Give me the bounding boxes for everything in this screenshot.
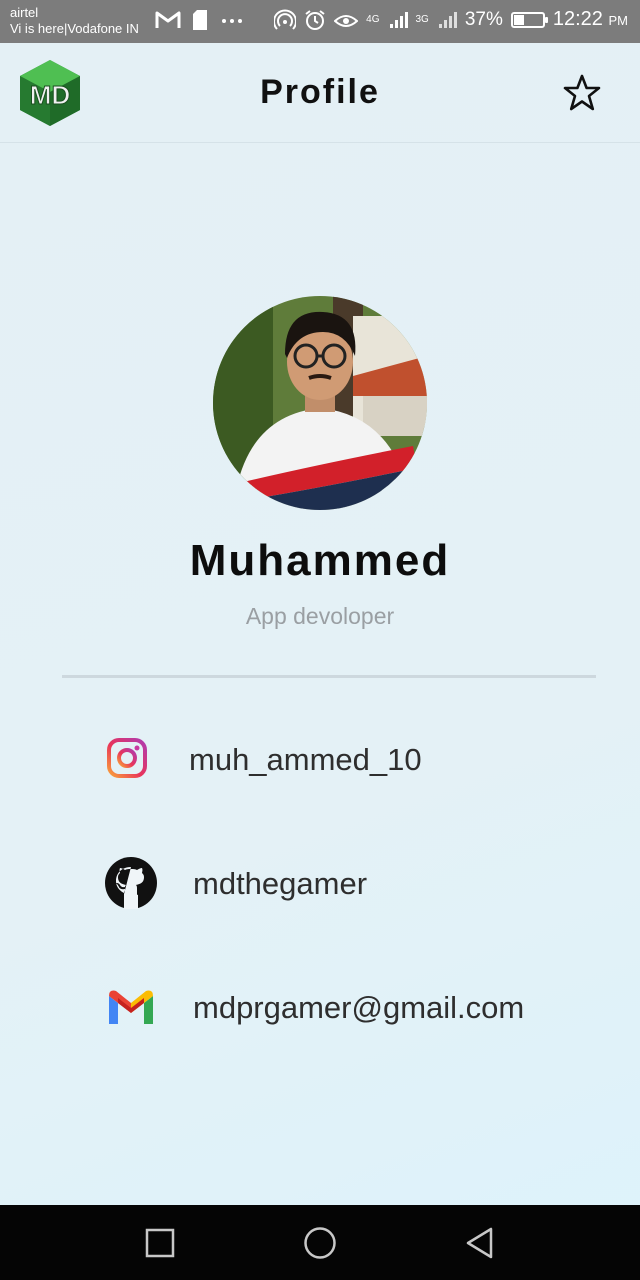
battery-icon: [510, 11, 548, 28]
profile-role: App devoloper: [245, 603, 395, 629]
carrier-info: airtel Vi is here|Vodafone IN: [10, 5, 139, 37]
carrier-line-1: airtel: [10, 5, 39, 20]
profile-name: Muhammed: [189, 536, 451, 585]
system-status-icons: 4G 3G 37% 12:22 PM: [274, 8, 628, 31]
sd-card-icon: [193, 10, 207, 30]
gmail-icon: [109, 990, 153, 1024]
contact-instagram[interactable]: muh_ammed_10: [0, 724, 640, 794]
profile-screen: airtel Vi is here|Vodafone IN 4G 3G 37% …: [0, 0, 640, 1280]
app-bar: MD Profile: [0, 43, 640, 143]
recent-apps-icon[interactable]: [140, 1223, 180, 1263]
star-outline-icon[interactable]: [562, 73, 602, 113]
signal-icon: [389, 11, 408, 28]
github-username: mdthegamer: [193, 866, 368, 901]
clock-suffix: PM: [608, 13, 629, 28]
gmail-icon: [155, 11, 181, 28]
email-address: mdprgamer@gmail.com: [193, 990, 525, 1025]
more-icon: [222, 19, 242, 23]
instagram-icon: [107, 738, 147, 778]
notification-icons: [155, 9, 245, 31]
alarm-icon: [305, 9, 325, 30]
home-icon[interactable]: [300, 1223, 340, 1263]
back-icon[interactable]: [460, 1223, 500, 1263]
clock: 12:22 PM: [553, 8, 628, 31]
navigation-bar: [0, 1205, 640, 1280]
contact-email[interactable]: mdprgamer@gmail.com: [0, 972, 640, 1042]
signal-icon: [438, 11, 457, 28]
avatar: [213, 296, 427, 510]
carrier-line-2: Vi is here|Vodafone IN: [10, 21, 139, 36]
hotspot-icon: [274, 9, 297, 30]
clock-time: 12:22: [552, 8, 603, 30]
eye-comfort-icon: [334, 14, 359, 27]
network-type-1: 4G: [366, 13, 380, 25]
status-bar: airtel Vi is here|Vodafone IN 4G 3G 37% …: [0, 0, 640, 43]
divider: [62, 675, 596, 678]
github-icon: [105, 857, 157, 909]
profile-photo: [213, 296, 427, 510]
contact-github[interactable]: mdthegamer: [0, 848, 640, 918]
battery-percent: 37%: [464, 8, 503, 30]
instagram-handle: muh_ammed_10: [189, 742, 422, 777]
page-title: Profile: [260, 73, 380, 111]
network-type-2: 3G: [415, 13, 429, 25]
